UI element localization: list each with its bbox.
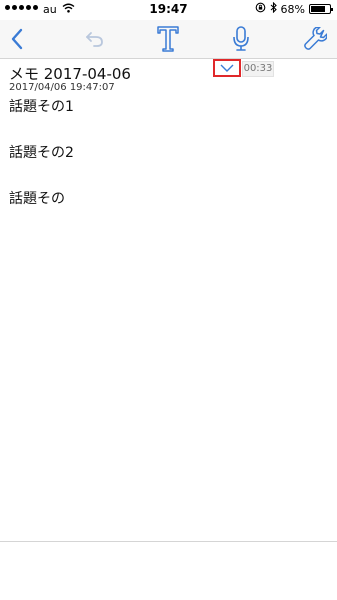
settings-button[interactable] xyxy=(300,24,330,54)
text-icon xyxy=(157,26,179,52)
microphone-button[interactable] xyxy=(226,24,256,54)
toolbar-divider xyxy=(0,58,337,59)
battery-percent: 68% xyxy=(280,2,305,16)
chevron-left-icon xyxy=(11,28,23,50)
status-bar: au 19:47 68% xyxy=(0,0,337,20)
bluetooth-icon xyxy=(270,1,277,16)
orientation-lock-icon xyxy=(255,2,266,16)
note-body-editor[interactable]: 話題その1 話題その2 話題その xyxy=(9,97,329,235)
undo-icon xyxy=(86,32,103,47)
toolbar xyxy=(0,20,337,58)
recording-duration: 00:33 xyxy=(242,61,274,77)
undo-button[interactable] xyxy=(80,24,110,54)
battery-icon xyxy=(309,4,333,14)
note-date: 2017/04/06 19:47:07 xyxy=(9,82,115,93)
note-line: 話題その1 xyxy=(9,99,74,115)
status-right: 68% xyxy=(255,1,333,16)
expand-button[interactable] xyxy=(213,59,241,77)
note-line: 話題その2 xyxy=(9,145,74,161)
wrench-icon xyxy=(304,27,327,50)
microphone-icon xyxy=(233,26,249,51)
back-button[interactable] xyxy=(2,24,32,54)
text-button[interactable] xyxy=(153,24,183,54)
bottom-bar xyxy=(0,542,337,600)
chevron-down-icon xyxy=(220,64,234,72)
note-title[interactable]: メモ 2017-04-06 xyxy=(9,63,131,84)
note-line: 話題その xyxy=(9,191,65,207)
